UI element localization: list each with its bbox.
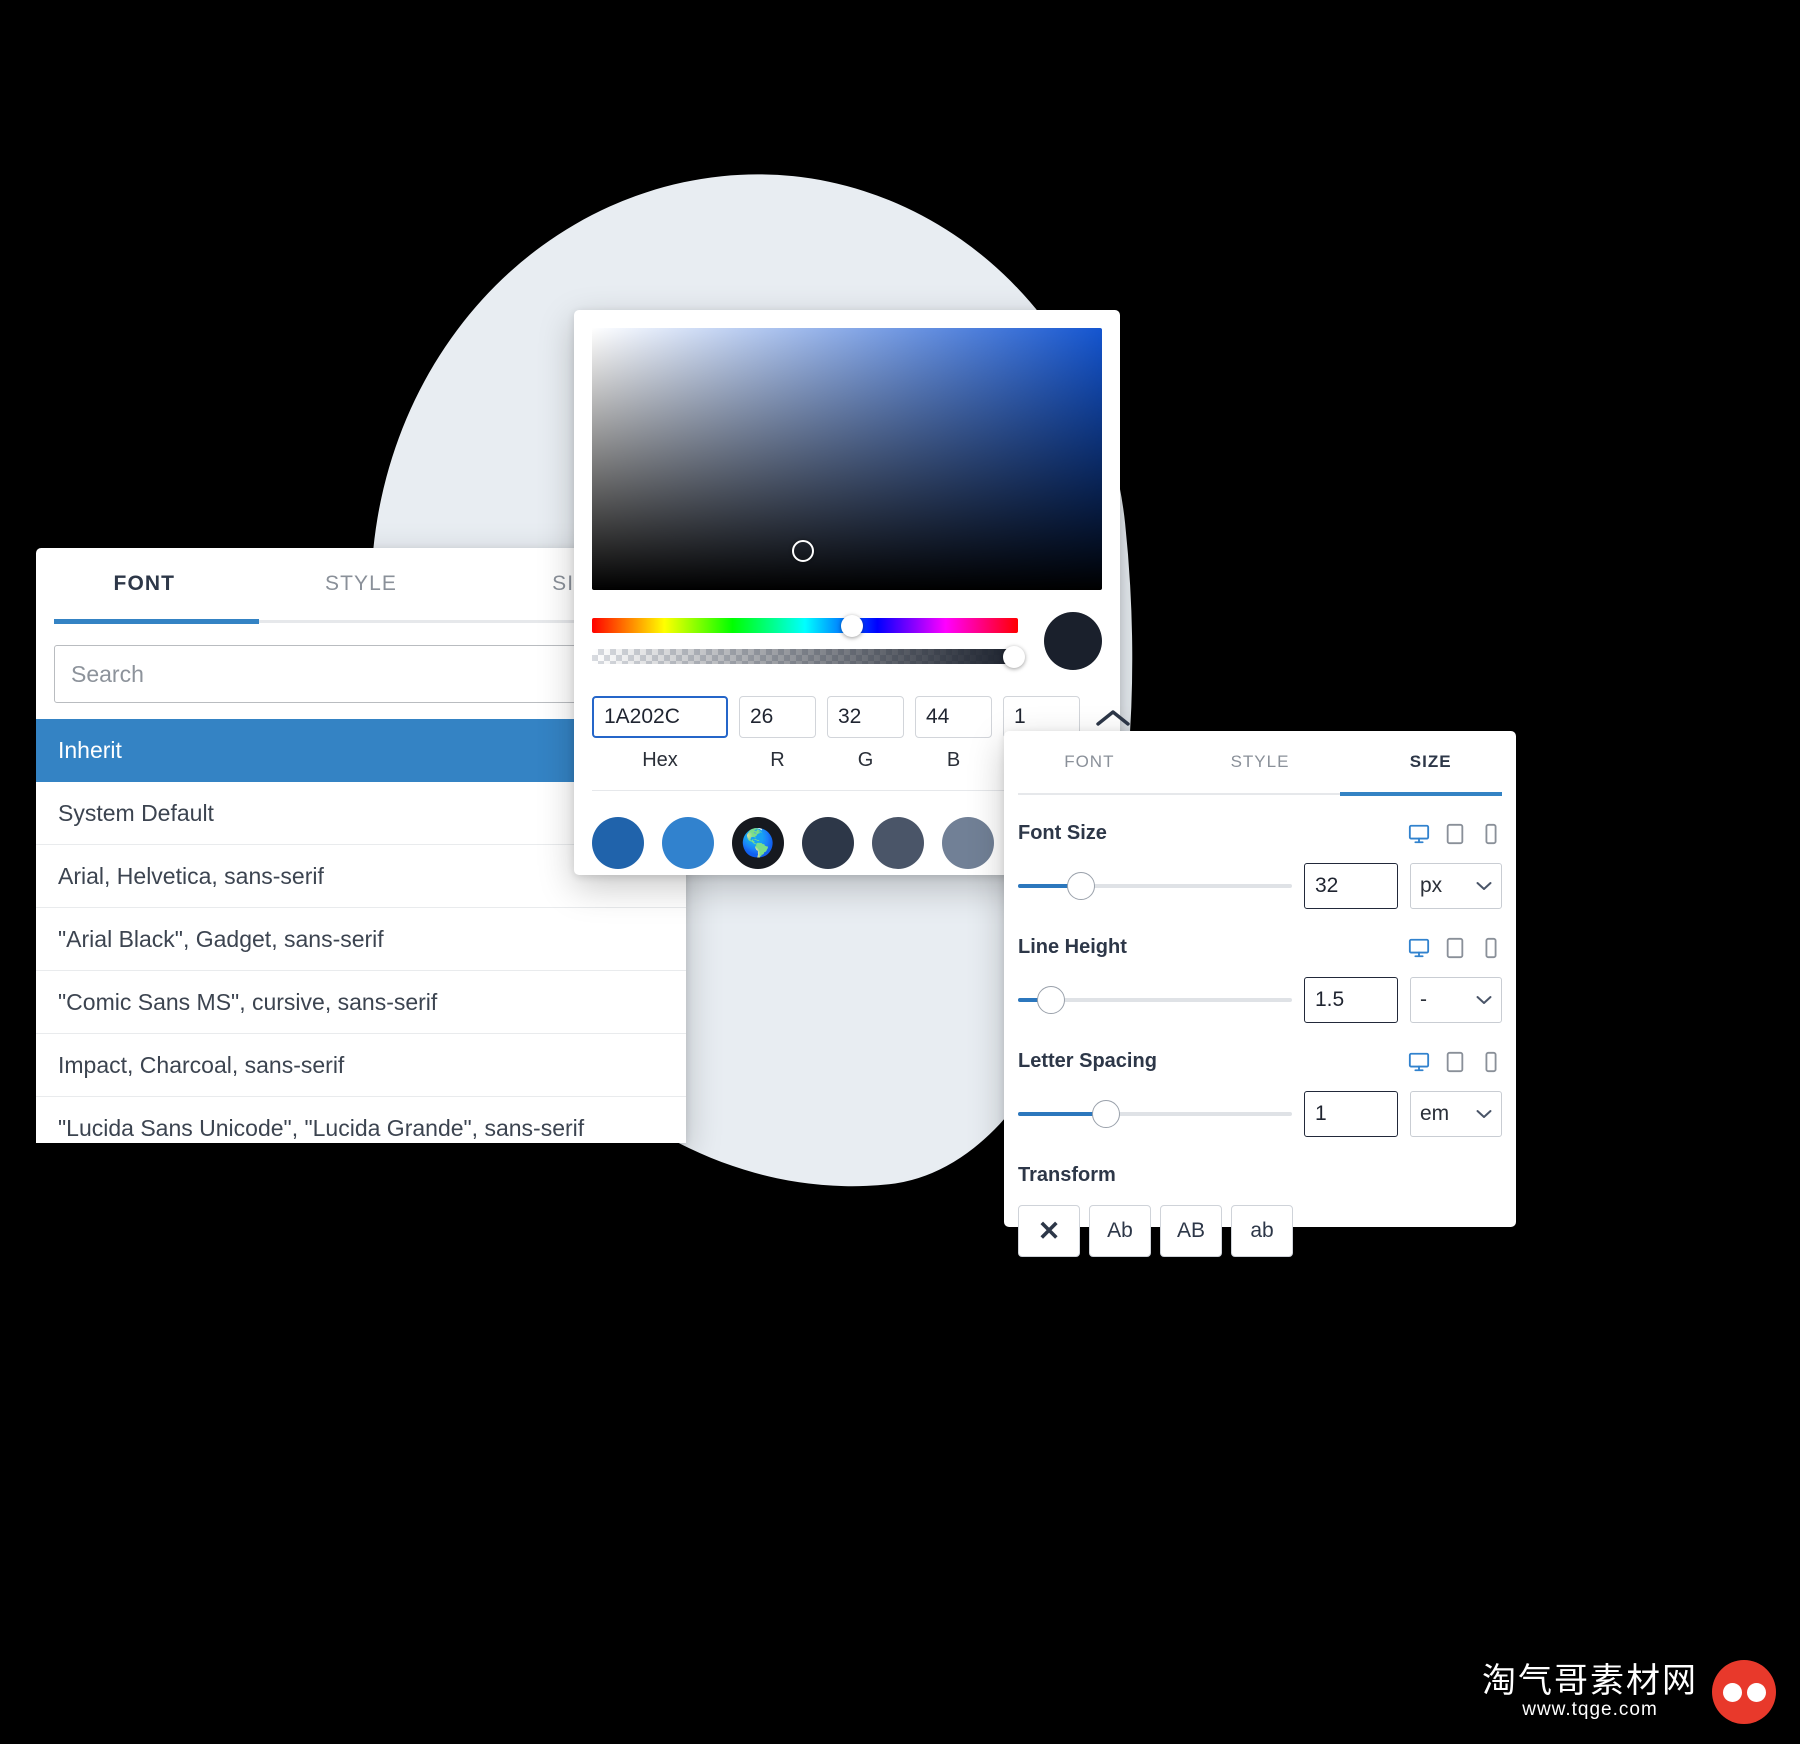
color-swatch[interactable] [872,817,924,869]
saturation-handle[interactable] [792,540,814,562]
tablet-icon[interactable] [1444,1051,1466,1073]
font-size-label: Font Size [1018,822,1107,844]
tab-font[interactable]: FONT [1004,752,1175,772]
tab-style[interactable]: STYLE [1175,752,1346,772]
letter-spacing-label: Letter Spacing [1018,1050,1157,1072]
line-height-label: Line Height [1018,936,1127,958]
font-size-row: px [1018,863,1502,909]
font-size-header: Font Size [1018,822,1502,845]
font-size-unit-value: px [1420,874,1443,897]
letter-spacing-header: Letter Spacing [1018,1050,1502,1073]
chevron-down-icon [1476,1110,1492,1118]
font-size-unit-select[interactable]: px [1410,863,1502,909]
chevron-down-icon [1476,996,1492,1004]
letter-spacing-slider[interactable] [1018,1100,1292,1128]
watermark-text: 淘气哥素材网 www.tqge.com [1482,1662,1698,1720]
hex-label: Hex [642,749,678,771]
b-field-group: B [915,696,992,772]
mobile-icon[interactable] [1480,1051,1502,1073]
line-height-header: Line Height [1018,936,1502,959]
hue-slider[interactable] [592,614,1018,637]
saturation-value-area[interactable] [592,328,1102,590]
r-field-group: R [739,696,816,772]
tablet-icon[interactable] [1444,937,1466,959]
alpha-slider-knob[interactable] [1002,645,1025,668]
blue-label: B [946,749,961,771]
red-label: R [770,749,785,771]
list-item[interactable]: "Comic Sans MS", cursive, sans-serif [36,971,686,1034]
tablet-icon[interactable] [1444,823,1466,845]
color-sliders [592,614,1025,668]
hex-field-group: Hex [592,696,728,772]
letter-spacing-input[interactable] [1304,1091,1398,1137]
color-swatch-global[interactable]: 🌎 [732,817,784,869]
size-panel-tab-track [1018,792,1502,796]
screenshot-stage: FONT STYLE SIZE Inherit System Default A… [0,0,1800,1744]
line-height-device-icons [1408,937,1502,959]
mobile-icon[interactable] [1480,937,1502,959]
tab-size[interactable]: SIZE [1345,752,1516,772]
chevron-up-icon [1096,710,1130,726]
watermark-url: www.tqge.com [1522,1698,1658,1720]
mobile-icon[interactable] [1480,823,1502,845]
watermark-eye [1746,1682,1766,1702]
list-item[interactable]: "Arial Black", Gadget, sans-serif [36,908,686,971]
watermark: 淘气哥素材网 www.tqge.com [1482,1660,1776,1724]
color-swatch[interactable] [802,817,854,869]
desktop-icon[interactable] [1408,1051,1430,1073]
green-label: G [857,749,874,771]
color-swatch[interactable] [942,817,994,869]
color-preview-swatch [1044,612,1102,670]
chevron-down-icon [1476,882,1492,890]
list-item[interactable]: Impact, Charcoal, sans-serif [36,1034,686,1097]
blue-input[interactable] [915,696,992,738]
alpha-slider[interactable] [592,645,1025,668]
red-input[interactable] [739,696,816,738]
line-height-slider[interactable] [1018,986,1292,1014]
watermark-logo-icon [1712,1660,1776,1724]
watermark-site-name: 淘气哥素材网 [1482,1662,1698,1701]
transform-none-button[interactable]: ✕ [1018,1205,1080,1257]
green-input[interactable] [827,696,904,738]
color-swatch[interactable] [592,817,644,869]
size-panel: FONT STYLE SIZE Font Size 32 px Line Hei… [1004,731,1516,1257]
line-height-row: - [1018,977,1502,1023]
line-height-input[interactable] [1304,977,1398,1023]
list-item[interactable]: "Lucida Sans Unicode", "Lucida Grande", … [36,1097,686,1143]
letter-spacing-slider-knob[interactable] [1091,1100,1120,1128]
watermark-eye [1722,1682,1742,1702]
transform-buttons: ✕ Ab AB ab [1018,1205,1502,1257]
globe-icon: 🌎 [741,827,775,858]
desktop-icon[interactable] [1408,823,1430,845]
active-tab-indicator [54,619,259,624]
size-controls: Font Size 32 px Line Height 1.5 - Letter… [1004,822,1516,1257]
font-size-slider[interactable] [1018,872,1292,900]
letter-spacing-unit-select[interactable]: em [1410,1091,1502,1137]
desktop-icon[interactable] [1408,937,1430,959]
active-tab-indicator [1340,792,1502,796]
font-size-slider-knob[interactable] [1067,872,1096,900]
line-height-unit-select[interactable]: - [1410,977,1502,1023]
color-swatch[interactable] [662,817,714,869]
line-height-slider-knob[interactable] [1036,986,1065,1014]
letter-spacing-row: em [1018,1091,1502,1137]
transform-lowercase-button[interactable]: ab [1231,1205,1293,1257]
tab-font[interactable]: FONT [36,572,253,596]
line-height-unit-value: - [1420,988,1427,1011]
hex-input[interactable] [592,696,728,738]
g-field-group: G [827,696,904,772]
hue-slider-knob[interactable] [840,614,863,637]
size-panel-tabs: FONT STYLE SIZE [1004,731,1516,793]
tab-style[interactable]: STYLE [253,572,470,596]
transform-header: Transform [1018,1164,1502,1187]
letter-spacing-device-icons [1408,1051,1502,1073]
color-sliders-row [592,612,1102,670]
letter-spacing-unit-value: em [1420,1102,1450,1125]
transform-capitalize-button[interactable]: Ab [1089,1205,1151,1257]
transform-label: Transform [1018,1164,1116,1186]
watermark-eyes [1722,1682,1766,1702]
transform-uppercase-button[interactable]: AB [1160,1205,1222,1257]
font-size-input[interactable] [1304,863,1398,909]
font-size-device-icons [1408,823,1502,845]
